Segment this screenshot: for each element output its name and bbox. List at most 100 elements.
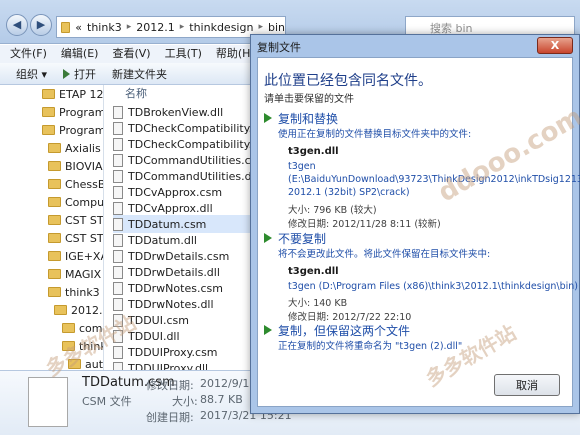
tree-item-label: BIOVIA <box>65 159 103 173</box>
tree-item[interactable]: Program File <box>42 103 103 121</box>
dialog-titlebar[interactable]: 复制文件 X <box>251 35 579 57</box>
file-row[interactable]: TDDUIProxy.dll <box>113 359 250 370</box>
file-icon <box>113 201 123 215</box>
tree-item[interactable]: Program File <box>42 121 104 139</box>
tree-item[interactable]: BIOVIA <box>48 157 103 175</box>
replace-option-title: 复制和替换 <box>278 112 339 126</box>
folder-icon <box>42 107 55 117</box>
file-icon <box>113 169 123 183</box>
folder-icon <box>48 215 61 225</box>
menu-tools[interactable]: 工具(T) <box>165 45 202 63</box>
tree-item-label: CST STUD <box>65 213 104 227</box>
tree-item-label: ChessBase <box>65 177 103 191</box>
folder-icon <box>61 21 71 33</box>
file-icon <box>113 185 123 199</box>
folder-icon <box>48 251 61 261</box>
play-icon <box>63 68 71 79</box>
dialog-title: 复制文件 <box>257 41 301 54</box>
tree-item[interactable]: ChessBase <box>48 175 103 193</box>
dialog-heading: 此位置已经包含同名文件。 <box>264 73 432 89</box>
skip-file-size: 大小: 140 KB <box>288 298 348 309</box>
folder-icon <box>48 143 61 153</box>
file-icon <box>113 121 123 135</box>
tree-item[interactable]: MAGIX <box>48 265 101 283</box>
tree-item-label: CST STUD <box>65 231 104 245</box>
skip-option-desc: 将不会更改此文件。将此文件保留在目标文件夹中: <box>278 249 491 260</box>
tree-item[interactable]: Axialis <box>48 139 101 157</box>
breadcrumb-bin[interactable]: bin <box>268 21 285 34</box>
tree-item[interactable]: CST STUD <box>48 211 104 229</box>
breadcrumb-think3[interactable]: think3 <box>87 21 122 34</box>
skip-file-path: t3gen (D:\Program Files (x86)\think3\201… <box>288 281 579 292</box>
dialog-subheading: 请单击要保留的文件 <box>264 94 354 105</box>
back-button[interactable]: ◀ <box>6 14 28 36</box>
tree-item[interactable]: CST STUD <box>48 229 104 247</box>
tree-item-label: Axialis <box>65 141 101 155</box>
tree-item-label: IGE+XAO <box>65 249 103 263</box>
folder-icon <box>48 179 61 189</box>
file-icon <box>113 265 123 279</box>
detail-created-label: 创建日期: <box>146 411 194 424</box>
cancel-button[interactable]: 取消 <box>494 374 560 396</box>
file-name: TDDUI.csm <box>128 313 189 327</box>
file-name: TDCheckCompatibility.csm <box>128 121 250 135</box>
detail-size-label: 大小: <box>172 395 198 408</box>
skip-file-name: t3gen.dll <box>288 266 339 277</box>
detail-modified-label: 修改日期: <box>146 379 194 392</box>
menu-file[interactable]: 文件(F) <box>10 45 47 63</box>
forward-button[interactable]: ▶ <box>30 14 52 36</box>
file-name: TDDrwDetails.dll <box>128 265 220 279</box>
file-icon <box>113 281 123 295</box>
file-name: TDDatum.csm <box>128 217 207 231</box>
file-icon <box>113 249 123 263</box>
tree-item[interactable]: ETAP 1260 <box>42 85 104 103</box>
menu-edit[interactable]: 编辑(E) <box>61 45 99 63</box>
file-name: TDCommandUtilities.dll <box>128 169 250 183</box>
folder-icon <box>42 89 55 99</box>
column-header-name[interactable]: 名称 <box>125 85 147 103</box>
file-icon <box>113 345 123 359</box>
keep-both-option-desc: 正在复制的文件将重命名为 "t3gen (2).dll" <box>278 341 463 352</box>
replace-option[interactable]: 复制和替换 使用正在复制的文件替换目标文件夹中的文件: t3gen.dll t3… <box>264 110 580 240</box>
file-name: TDBrokenView.dll <box>128 105 224 119</box>
chevron-right-icon: ▸ <box>258 22 263 32</box>
file-name: TDCheckCompatibility.dll <box>128 137 250 151</box>
arrow-right-icon <box>264 325 272 335</box>
organize-button[interactable]: 组织 ▾ <box>16 66 47 82</box>
tree-item-label: Program File <box>59 123 104 137</box>
breadcrumb-thinkdesign[interactable]: thinkdesign <box>189 21 253 34</box>
new-folder-button[interactable]: 新建文件夹 <box>112 66 167 82</box>
skip-option[interactable]: 不要复制 将不会更改此文件。将此文件保留在目标文件夹中: t3gen.dll t… <box>264 230 578 323</box>
detail-file-type: CSM 文件 <box>82 395 132 408</box>
menu-view[interactable]: 查看(V) <box>112 45 150 63</box>
file-thumbnail-icon <box>28 377 68 427</box>
file-icon <box>113 361 123 370</box>
folder-icon <box>54 305 67 315</box>
tree-item[interactable]: think3 <box>48 283 100 301</box>
close-button[interactable]: X <box>537 37 573 54</box>
replace-file-label: t3gen <box>288 161 316 172</box>
folder-icon <box>48 269 61 279</box>
folder-icon <box>48 287 61 297</box>
tree-item-label: ETAP 1260 <box>59 87 104 101</box>
folder-icon <box>48 197 61 207</box>
file-name: TDDatum.dll <box>128 233 197 247</box>
arrow-right-icon <box>264 233 272 243</box>
dialog-body: 此位置已经包含同名文件。 请单击要保留的文件 复制和替换 使用正在复制的文件替换… <box>257 57 580 407</box>
file-name: TDCvApprox.dll <box>128 201 213 215</box>
folder-icon <box>62 323 75 333</box>
tree-item[interactable]: Computer <box>48 193 103 211</box>
file-name: TDDrwDetails.csm <box>128 249 230 263</box>
breadcrumb-2012-1[interactable]: 2012.1 <box>136 21 175 34</box>
open-button[interactable]: 打开 <box>63 66 96 82</box>
tree-item[interactable]: IGE+XAO <box>48 247 103 265</box>
tree-item-label: think3 <box>65 285 100 299</box>
skip-file-date: 修改日期: 2012/7/22 22:10 <box>288 312 412 323</box>
tree-item[interactable]: 2012.1 <box>54 301 103 319</box>
breadcrumb-overflow[interactable]: « <box>75 21 82 34</box>
folder-icon <box>42 125 55 135</box>
file-icon <box>113 233 123 247</box>
menu-help[interactable]: 帮助(H) <box>216 45 255 63</box>
copy-file-dialog: 复制文件 X 此位置已经包含同名文件。 请单击要保留的文件 复制和替换 使用正在… <box>250 34 580 414</box>
folder-icon <box>48 233 61 243</box>
